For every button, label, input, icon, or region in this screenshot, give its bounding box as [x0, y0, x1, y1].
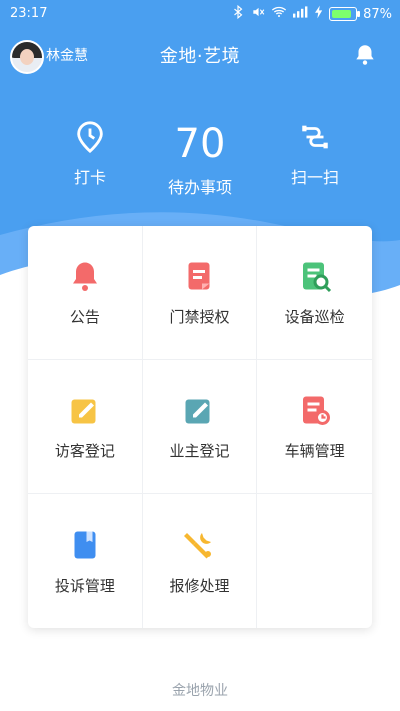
bookmark-icon — [74, 531, 96, 558]
todo-label: 待办事项 — [167, 178, 232, 197]
grid-label: 报修处理 — [169, 576, 230, 595]
scan-icon — [265, 120, 365, 158]
list-clock-icon — [302, 396, 330, 425]
wrench-icon — [184, 532, 212, 558]
grid-item-repair-handling[interactable]: 报修处理 — [143, 494, 258, 628]
battery-percent: 87% — [363, 6, 392, 22]
clock-in-label: 打卡 — [73, 168, 106, 187]
grid-item-complaint-management[interactable]: 投诉管理 — [28, 494, 143, 628]
quick-actions: 打卡 70 待办事项 扫一扫 — [0, 120, 400, 200]
grid-item-visitor-registration[interactable]: 访客登记 — [28, 360, 143, 494]
bluetooth-icon — [231, 4, 245, 23]
bell-icon — [72, 262, 97, 291]
grid-label: 访客登记 — [54, 442, 115, 460]
clock-in-button[interactable]: 打卡 — [40, 120, 140, 188]
charging-icon — [315, 5, 323, 23]
app-root: 23:17 87% 林金慧 金地·艺境 打卡 70 待办事项 扫一扫 公告 门禁… — [0, 0, 400, 711]
status-bar: 23:17 87% — [0, 0, 400, 30]
top-bar: 林金慧 金地·艺境 — [0, 36, 400, 76]
scan-button[interactable]: 扫一扫 — [265, 120, 365, 188]
scan-label: 扫一扫 — [290, 168, 339, 187]
notification-bell-icon[interactable] — [352, 42, 378, 68]
mute-icon — [251, 5, 265, 23]
inspect-icon — [302, 262, 331, 293]
status-right: 87% — [231, 4, 392, 23]
grid-item-access-authorization[interactable]: 门禁授权 — [142, 226, 258, 360]
signal-icon — [293, 5, 309, 23]
battery-icon — [329, 7, 361, 21]
document-icon — [188, 262, 210, 290]
grid-item-owner-registration[interactable]: 业主登记 — [142, 360, 258, 494]
grid-item-vehicle-management[interactable]: 车辆管理 — [257, 360, 372, 494]
grid-label: 设备巡检 — [284, 308, 345, 326]
grid-item-empty — [257, 494, 372, 628]
grid-label: 业主登记 — [169, 442, 230, 460]
project-title: 金地·艺境 — [159, 46, 241, 67]
todo-button[interactable]: 70 待办事项 — [150, 120, 250, 198]
grid-item-announcement[interactable]: 公告 — [28, 226, 143, 360]
function-grid: 公告 门禁授权 设备巡检 访客登记 业主登记 车辆管理 投诉管理 报修处理 — [28, 226, 372, 628]
battery-fill — [332, 10, 351, 18]
edit-icon — [71, 399, 96, 424]
grid-label: 门禁授权 — [169, 308, 230, 326]
function-grid-card: 公告 门禁授权 设备巡检 访客登记 业主登记 车辆管理 投诉管理 报修处理 — [28, 226, 372, 628]
clock-location-icon — [40, 120, 140, 158]
wifi-icon — [271, 5, 287, 23]
edit-icon — [185, 399, 210, 424]
grid-label: 车辆管理 — [284, 442, 345, 460]
grid-label: 公告 — [69, 308, 100, 326]
footer-brand: 金地物业 — [172, 683, 228, 699]
todo-count: 70 — [174, 121, 226, 167]
grid-item-equipment-inspection[interactable]: 设备巡检 — [257, 226, 372, 360]
grid-label: 投诉管理 — [54, 576, 115, 595]
status-time: 23:17 — [10, 6, 48, 21]
